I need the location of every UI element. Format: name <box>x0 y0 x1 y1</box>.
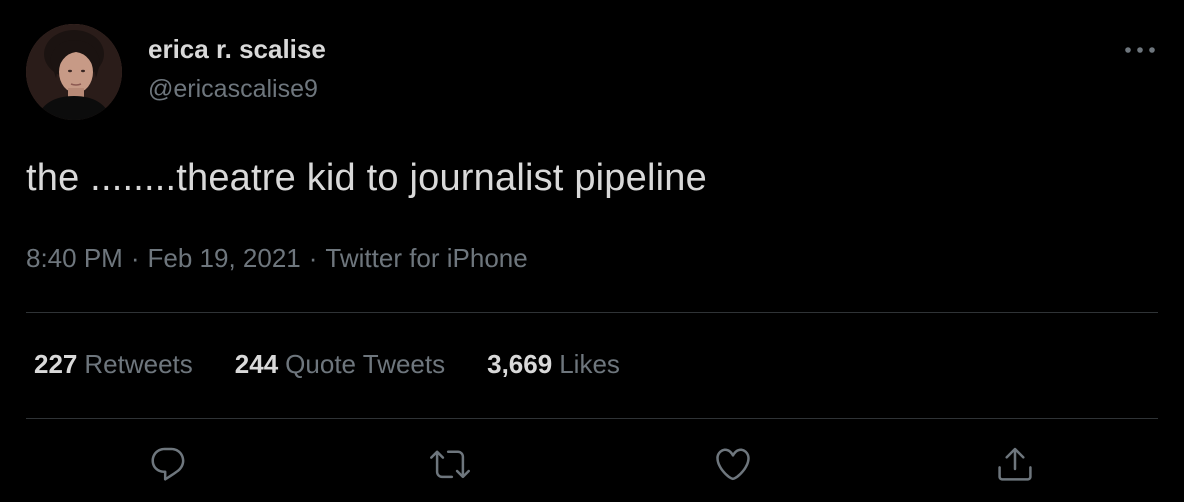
tweet-date[interactable]: Feb 19, 2021 <box>148 243 301 273</box>
like-button[interactable] <box>711 442 755 486</box>
meta-separator: · <box>308 243 318 273</box>
likes-label: Likes <box>559 349 620 379</box>
tweet-metadata: 8:40 PM · Feb 19, 2021 · Twitter for iPhone <box>26 243 528 274</box>
quote-tweets-count: 244 <box>234 349 279 379</box>
retweets-stat[interactable]: 227 Retweets <box>34 349 193 380</box>
divider <box>26 312 1158 313</box>
divider <box>26 418 1158 419</box>
share-button[interactable] <box>993 442 1037 486</box>
tweet-source[interactable]: Twitter for iPhone <box>325 243 527 273</box>
action-bar <box>0 438 1184 494</box>
likes-count: 3,669 <box>487 349 553 379</box>
quote-tweets-stat[interactable]: 244 Quote Tweets <box>235 349 445 380</box>
quote-tweets-label: Quote Tweets <box>285 349 446 379</box>
reply-button[interactable] <box>146 442 190 486</box>
meta-separator: · <box>130 243 140 273</box>
retweets-count: 227 <box>34 349 78 379</box>
author-handle[interactable]: @ericascalise9 <box>148 75 318 104</box>
reply-icon <box>151 447 185 481</box>
likes-stat[interactable]: 3,669 Likes <box>487 349 620 380</box>
tweet-card: erica r. scalise @ericascalise9 the ....… <box>0 0 1184 502</box>
tweet-text: the ........theatre kid to journalist pi… <box>26 157 707 199</box>
share-icon <box>998 447 1032 481</box>
tweet-time[interactable]: 8:40 PM <box>26 243 123 273</box>
heart-icon <box>716 448 750 481</box>
avatar-image <box>26 24 122 120</box>
avatar[interactable] <box>26 24 122 120</box>
retweet-button[interactable] <box>428 442 472 486</box>
retweet-icon <box>430 450 470 479</box>
more-options-button[interactable] <box>1122 36 1158 64</box>
more-options-icon <box>1125 47 1155 53</box>
author-display-name[interactable]: erica r. scalise <box>148 34 326 65</box>
retweets-label: Retweets <box>84 349 193 379</box>
engagement-stats: 227 Retweets 244 Quote Tweets 3,669 Like… <box>34 349 662 380</box>
